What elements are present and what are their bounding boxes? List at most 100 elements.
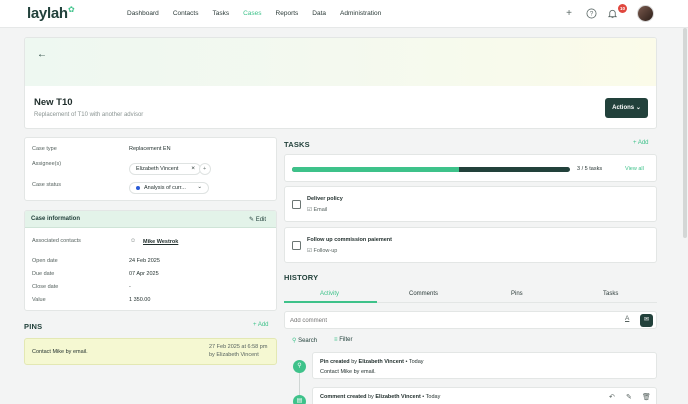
task-type: ☑ Follow-up [307,248,338,254]
assignee-name: Elizabeth Vincent [136,166,179,172]
nav-item-reports[interactable]: Reports [276,10,299,17]
logo-sparkle-icon: ✿ [68,5,75,14]
top-navigation-bar: laylah ✿ Dashboard Contacts Tasks Cases … [0,0,688,28]
history-entry: Comment created by Elizabeth Vincent • T… [312,387,657,404]
page-scrollbar[interactable] [683,28,687,238]
tasks-title: TASKS [284,140,310,149]
pin-event-icon: ⚲ [293,360,306,373]
case-title: New T10 [34,97,73,108]
chevron-down-icon: ⌄ [635,105,641,111]
history-entry: Pin created by Elizabeth Vincent • Today… [312,352,657,379]
help-icon[interactable]: ? [585,8,597,20]
case-subtitle: Replacement of T10 with another advisor [34,112,144,118]
task-title: Follow up commission paiement [307,237,392,243]
pin-date: 27 Feb 2025 at 6:58 pm [209,344,268,350]
associated-contact-link[interactable]: Mike Westrok [143,239,178,245]
tasks-progress-fill [292,167,459,172]
add-pin-button[interactable]: + Add [253,322,269,328]
nav-item-cases[interactable]: Cases [243,10,261,17]
tab-comments[interactable]: Comments [409,291,438,297]
associated-contacts-label: Associated contacts [32,238,81,244]
history-entry-text: Contact Mike by email. [320,369,376,375]
tab-tasks[interactable]: Tasks [603,291,618,297]
active-tab-indicator [284,301,377,303]
svg-text:?: ? [589,11,593,18]
assignee-chip[interactable]: Elizabeth Vincent × [129,163,201,175]
case-status-label: Case status [32,182,62,188]
comment-event-icon: ▤ [293,395,306,404]
pin-item[interactable]: Contact Mike by email. 27 Feb 2025 at 6:… [24,338,277,365]
logo[interactable]: laylah [27,5,68,22]
reply-icon[interactable]: ↶ [609,393,615,401]
case-type-label: Case type [32,146,57,152]
nav-item-administration[interactable]: Administration [340,10,381,17]
view-all-tasks-link[interactable]: View all [625,166,644,172]
nav-item-dashboard[interactable]: Dashboard [127,10,159,17]
edit-square-icon: ☑ [307,207,312,213]
task-checkbox[interactable] [292,241,301,250]
tasks-progress-text: 3 / 5 tasks [577,166,603,172]
actions-button[interactable]: Actions ⌄ [605,98,648,118]
send-comment-button[interactable]: ✉ [640,314,653,327]
task-item[interactable]: Deliver policy ☑ Email [284,186,657,222]
tasks-progress-card: 3 / 5 tasks View all [284,154,657,182]
back-arrow-icon[interactable]: ← [37,49,47,60]
remove-assignee-icon[interactable]: × [191,164,195,174]
value-amount: 1 350.00 [129,297,151,303]
comment-input[interactable] [290,315,610,326]
history-title: HISTORY [284,273,319,282]
user-avatar[interactable] [637,5,654,22]
history-entry-heading: Comment created by Elizabeth Vincent • T… [320,394,441,400]
case-information-header: Case information ✎ Edit [25,211,276,228]
search-history-button[interactable]: ⚲ Search [292,337,317,344]
case-information-title: Case information [31,216,81,222]
notification-badge: 10 [618,4,627,13]
case-information-card: Case information ✎ Edit Associated conta… [24,210,277,311]
task-item[interactable]: Follow up commission paiement ☑ Follow-u… [284,227,657,263]
edit-button[interactable]: ✎ Edit [249,216,266,223]
nav-item-contacts[interactable]: Contacts [173,10,199,17]
open-date-label: Open date [32,258,58,264]
pin-author: by Elizabeth Vincent [209,352,259,358]
comment-input-box[interactable]: A ✉ [284,311,657,329]
tab-activity[interactable]: Activity [320,291,339,297]
header-banner [25,38,656,86]
case-type-value: Replacement EN [129,146,171,152]
case-status-value: Analysis of curr... [144,185,186,191]
bell-icon[interactable] [606,8,618,20]
close-date-label: Close date [32,284,59,290]
person-icon: ☺ [130,238,137,244]
plus-icon[interactable]: + [563,8,575,20]
add-assignee-button[interactable]: + [199,163,211,175]
task-title: Deliver policy [307,196,343,202]
value-label: Value [32,297,46,303]
due-date-value: 07 Apr 2025 [129,271,159,277]
tasks-progress-bar [292,167,570,172]
add-task-button[interactable]: + Add [633,140,649,146]
due-date-label: Due date [32,271,55,277]
pins-title: PINS [24,322,43,331]
pencil-icon[interactable]: ✎ [626,393,632,401]
chevron-down-icon: ⌄ [197,184,202,190]
chat-bubble-icon: ✉ [643,317,650,323]
open-date-value: 24 Feb 2025 [129,258,160,264]
filter-history-button[interactable]: ≡ Filter [334,337,353,343]
filter-icon: ≡ [334,337,338,343]
close-date-value: - [129,284,131,290]
pencil-icon: ✎ [249,217,255,223]
case-header: ← New T10 Replacement of T10 with anothe… [24,37,657,129]
task-checkbox[interactable] [292,200,301,209]
pin-text: Contact Mike by email. [32,349,88,355]
nav-item-data[interactable]: Data [312,10,326,17]
search-icon: ⚲ [292,338,297,344]
trash-icon[interactable]: 🗑 [642,393,651,401]
edit-square-icon: ☑ [307,248,312,254]
status-dot-icon [136,186,140,190]
text-format-icon[interactable]: A [625,315,629,322]
main-nav: Dashboard Contacts Tasks Cases Reports D… [127,10,395,17]
tab-pins[interactable]: Pins [511,291,523,297]
case-details-card: Case type Replacement EN Assignee(s) Eli… [24,137,277,201]
history-entry-heading: Pin created by Elizabeth Vincent • Today [320,359,424,365]
nav-item-tasks[interactable]: Tasks [212,10,229,17]
case-status-select[interactable]: Analysis of curr... ⌄ [129,182,209,194]
